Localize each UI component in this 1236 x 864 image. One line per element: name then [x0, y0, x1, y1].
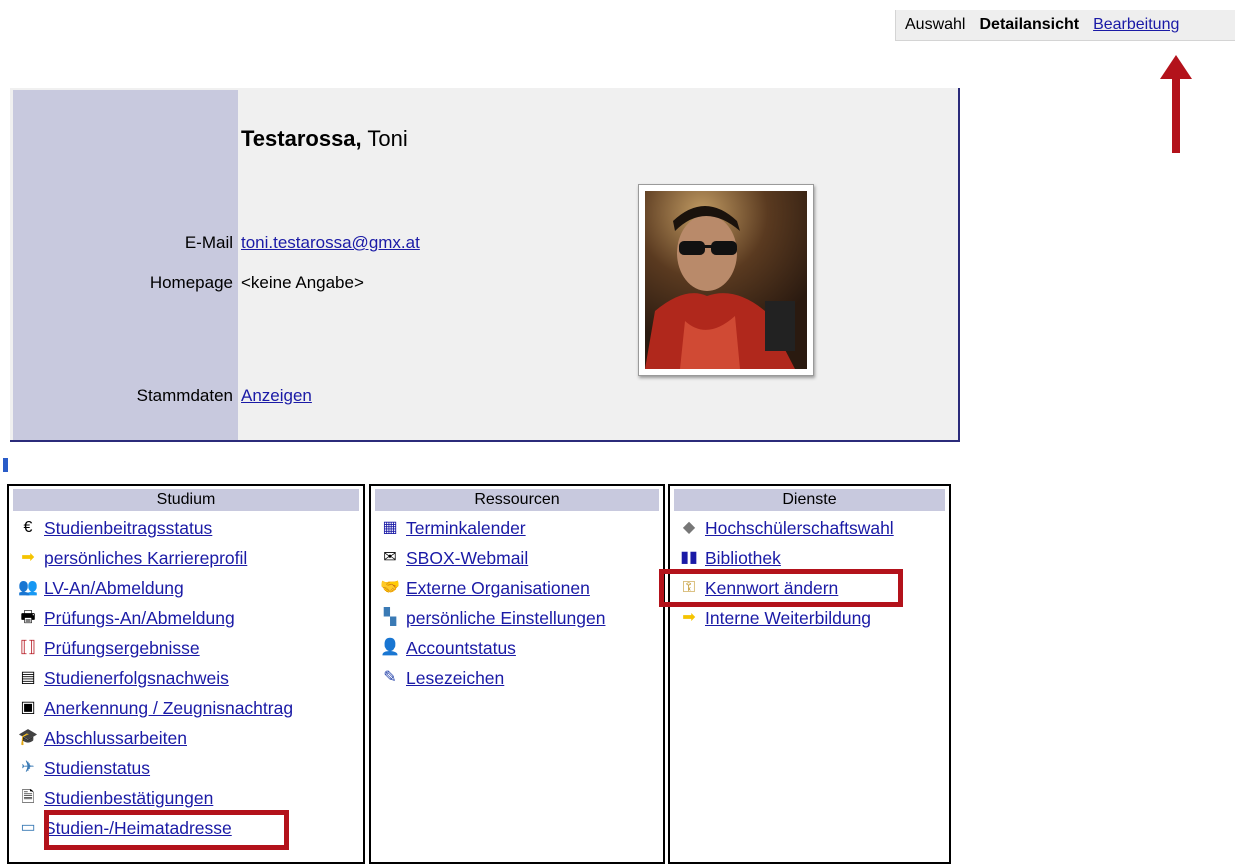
certificate-icon: ▣	[20, 699, 36, 716]
profile-panel: Testarossa, Toni E-Mail toni.testarossa@…	[10, 88, 960, 442]
email-label: E-Mail	[184, 233, 233, 252]
nav-auswahl[interactable]: Auswahl	[905, 16, 965, 34]
abschlussarbeiten-link[interactable]: Abschlussarbeiten	[44, 723, 187, 753]
lv-anmeldung-link[interactable]: LV-An/Abmeldung	[44, 573, 184, 603]
studienstatus-link[interactable]: Studienstatus	[44, 753, 150, 783]
studienbestaetigungen-link[interactable]: Studienbestätigungen	[44, 783, 213, 813]
profile-photo	[645, 191, 807, 369]
hochschuelerschaftswahl-link[interactable]: Hochschülerschaftswahl	[705, 513, 894, 543]
exam-icon: 🖶	[20, 609, 36, 626]
profile-name: Testarossa, Toni	[241, 126, 408, 152]
bookmark-icon: ✎	[383, 669, 397, 686]
ressourcen-item[interactable]: ▚ persönliche Einstellungen	[379, 603, 663, 633]
interne-weiterbildung-link[interactable]: Interne Weiterbildung	[705, 603, 871, 633]
graduation-cap-icon: 🎓	[18, 729, 38, 746]
calendar-icon: ▦	[382, 519, 398, 536]
red-arrow-annotation	[1160, 55, 1192, 153]
nav-detailansicht[interactable]: Detailansicht	[979, 16, 1079, 34]
library-icon: ▮▮	[680, 549, 698, 566]
studienbeitragsstatus-link[interactable]: Studienbeitragsstatus	[44, 513, 212, 543]
accountstatus-link[interactable]: Accountstatus	[406, 633, 516, 663]
ressourcen-item[interactable]: ✉ SBOX-Webmail	[379, 543, 663, 573]
studium-item[interactable]: 🖶 Prüfungs-An/Abmeldung	[17, 603, 363, 633]
studium-box: Studium € Studienbeitragsstatus ➡ persönli…	[7, 484, 365, 864]
studienerfolgsnachweis-link[interactable]: Studienerfolgsnachweis	[44, 663, 229, 693]
view-mode-nav: Auswahl Detailansicht Bearbeitung	[895, 10, 1235, 41]
studium-item[interactable]: ➡ persönliches Karriereprofil	[17, 543, 363, 573]
studium-item[interactable]: ✈ Studienstatus	[17, 753, 363, 783]
dienste-header: Dienste	[674, 489, 945, 511]
stammdaten-label: Stammdaten	[136, 386, 233, 405]
highlight-kennwort	[659, 569, 903, 607]
ressourcen-box: Ressourcen ▦ Terminkalender ✉ SBOX-Webmail…	[369, 484, 665, 864]
highlight-heimatadresse	[44, 810, 289, 850]
dienste-item[interactable]: ◆ Hochschülerschaftswahl	[678, 513, 949, 543]
results-icon: ⟦⟧	[20, 639, 36, 656]
euro-icon: €	[23, 519, 33, 536]
people-icon: 👥	[18, 579, 38, 596]
status-icon: ✈	[21, 759, 35, 776]
homepage-label: Homepage	[149, 273, 233, 292]
persoenliche-einstellungen-link[interactable]: persönliche Einstellungen	[406, 603, 605, 633]
studium-item[interactable]: ▤ Studienerfolgsnachweis	[17, 663, 363, 693]
confirmation-icon: 🗎	[21, 789, 35, 806]
sbox-webmail-link[interactable]: SBOX-Webmail	[406, 543, 528, 573]
pruefungsergebnisse-link[interactable]: Prüfungsergebnisse	[44, 633, 200, 663]
lesezeichen-link[interactable]: Lesezeichen	[406, 663, 504, 693]
ressourcen-item[interactable]: ▦ Terminkalender	[379, 513, 663, 543]
section-marker	[3, 458, 8, 472]
handshake-icon: 🤝	[380, 579, 400, 596]
mail-icon: ✉	[383, 549, 397, 566]
ressourcen-item[interactable]: 🤝 Externe Organisationen	[379, 573, 663, 603]
profile-first-name: Toni	[367, 126, 408, 151]
studium-item[interactable]: ⟦⟧ Prüfungsergebnisse	[17, 633, 363, 663]
ressourcen-header: Ressourcen	[375, 489, 659, 511]
profile-last-name: Testarossa,	[241, 126, 362, 151]
studium-item[interactable]: € Studienbeitragsstatus	[17, 513, 363, 543]
studium-item[interactable]: 👥 LV-An/Abmeldung	[17, 573, 363, 603]
address-card-icon: ▭	[20, 819, 36, 836]
profile-photo-frame	[638, 184, 814, 376]
terminkalender-link[interactable]: Terminkalender	[406, 513, 526, 543]
externe-organisationen-link[interactable]: Externe Organisationen	[406, 573, 590, 603]
settings-icon: ▚	[383, 609, 397, 626]
studium-item[interactable]: 🗎 Studienbestätigungen	[17, 783, 363, 813]
stammdaten-link[interactable]: Anzeigen	[241, 386, 312, 406]
ressourcen-item[interactable]: ✎ Lesezeichen	[379, 663, 663, 693]
anerkennung-link[interactable]: Anerkennung / Zeugnisnachtrag	[44, 693, 293, 723]
studium-header: Studium	[13, 489, 359, 511]
ressourcen-item[interactable]: 👤 Accountstatus	[379, 633, 663, 663]
homepage-value: <keine Angabe>	[241, 273, 364, 292]
dienste-box: Dienste ◆ Hochschülerschaftswahl ▮▮ Biblio…	[668, 484, 951, 864]
ballot-icon: ◆	[682, 519, 696, 536]
email-link[interactable]: toni.testarossa@gmx.at	[241, 233, 420, 253]
dienste-item[interactable]: ➡ Interne Weiterbildung	[678, 603, 949, 633]
arrow-icon: ➡	[682, 609, 696, 626]
nav-bearbeitung-link[interactable]: Bearbeitung	[1093, 16, 1179, 34]
studium-item[interactable]: 🎓 Abschlussarbeiten	[17, 723, 363, 753]
document-icon: ▤	[20, 669, 36, 686]
studium-item[interactable]: ▣ Anerkennung / Zeugnisnachtrag	[17, 693, 363, 723]
karriereprofil-link[interactable]: persönliches Karriereprofil	[44, 543, 247, 573]
pruefungs-anmeldung-link[interactable]: Prüfungs-An/Abmeldung	[44, 603, 235, 633]
arrow-icon: ➡	[21, 549, 35, 566]
account-icon: 👤	[380, 639, 400, 656]
